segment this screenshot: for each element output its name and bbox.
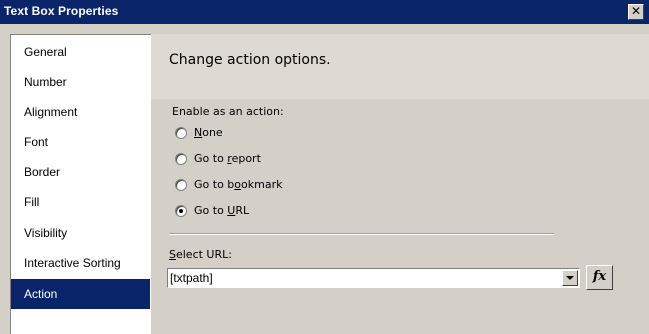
radio-button[interactable] <box>175 153 187 165</box>
close-button[interactable]: ✕ <box>628 4 644 20</box>
sidebar-item-font[interactable]: Font <box>11 127 150 157</box>
chevron-down-icon <box>566 276 574 280</box>
fx-icon: fx <box>592 269 607 284</box>
sidebar-item-interactive-sorting[interactable]: Interactive Sorting <box>11 248 150 278</box>
sidebar-item-visibility[interactable]: Visibility <box>11 218 150 248</box>
select-url-label: Select URL: <box>169 248 232 261</box>
url-value[interactable]: [txtpath] <box>170 271 213 285</box>
radio-go-to-report-label: Go to report <box>194 152 261 165</box>
radio-button[interactable] <box>175 127 187 139</box>
enable-action-label: Enable as an action: <box>172 105 284 118</box>
url-combobox[interactable]: [txtpath] <box>167 268 580 288</box>
divider <box>169 233 554 235</box>
sidebar-item-general[interactable]: General <box>11 37 150 67</box>
window-title: Text Box Properties <box>4 4 119 18</box>
page-title: Change action options. <box>169 52 331 68</box>
radio-go-to-url-label: Go to URL <box>194 204 250 217</box>
sidebar-item-fill[interactable]: Fill <box>11 187 150 217</box>
sidebar-item-alignment[interactable]: Alignment <box>11 97 150 127</box>
sidebar-item-border[interactable]: Border <box>11 157 150 187</box>
action-panel: Change action options. Enable as an acti… <box>151 34 649 334</box>
sidebar: General Number Alignment Font Border Fil… <box>10 34 151 334</box>
title-bar: Text Box Properties ✕ <box>0 0 649 24</box>
sidebar-item-number[interactable]: Number <box>11 67 150 97</box>
dropdown-button[interactable] <box>562 270 578 286</box>
expression-button[interactable]: fx <box>586 265 613 290</box>
close-icon: ✕ <box>630 4 642 18</box>
radio-none-label: None <box>194 126 223 139</box>
radio-button[interactable] <box>175 179 187 191</box>
radio-button[interactable] <box>175 205 187 217</box>
panel-header: Change action options. <box>151 34 649 99</box>
sidebar-item-action[interactable]: Action <box>11 279 150 309</box>
radio-go-to-bookmark-label: Go to bookmark <box>194 178 283 191</box>
